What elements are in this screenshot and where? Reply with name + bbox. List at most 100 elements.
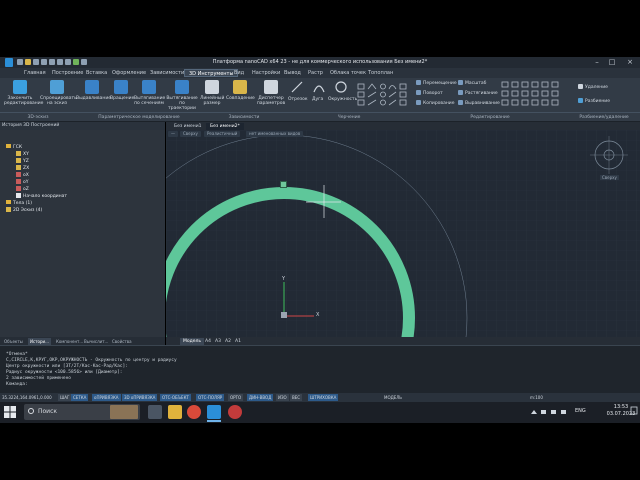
- extrude-button[interactable]: Выдавливание: [76, 80, 111, 101]
- model-space-label[interactable]: МОДЕЛЬ: [384, 394, 402, 401]
- view-cube-label[interactable]: Сверху: [600, 175, 619, 180]
- doc-tab-1[interactable]: Без имени1: [170, 123, 206, 130]
- draw-tools-grid[interactable]: [356, 82, 408, 108]
- layout-tab-a1[interactable]: A1: [232, 338, 244, 345]
- status-toggle[interactable]: СЕТКА: [71, 394, 89, 401]
- tree-item[interactable]: YZ: [16, 158, 29, 165]
- redo-icon[interactable]: [57, 59, 63, 65]
- doc-tab-2[interactable]: Без имени2*: [206, 123, 244, 130]
- status-toggle[interactable]: ОТС-ПОЛЯР: [196, 394, 225, 401]
- maximize-icon[interactable]: □: [607, 58, 617, 67]
- viewport-menu[interactable]: —: [168, 131, 178, 137]
- scale-readout[interactable]: m:100: [530, 394, 543, 401]
- tab-0[interactable]: Главная: [20, 69, 50, 77]
- circle-label[interactable]: Окружность: [328, 96, 357, 103]
- tree-item[interactable]: oY: [16, 179, 29, 186]
- status-toggle[interactable]: ВЕС: [290, 394, 303, 401]
- grip-handle[interactable]: [280, 181, 287, 188]
- search-placeholder: Поиск: [38, 408, 58, 415]
- view-crumb-2[interactable]: Реалистичный: [204, 131, 241, 137]
- finish-edit-button[interactable]: Закончить редактирование: [4, 80, 43, 106]
- line-label[interactable]: Отрезок: [288, 96, 308, 103]
- tab-7[interactable]: Настройки: [248, 69, 284, 77]
- revolve-icon: [114, 80, 128, 94]
- rotate-tool[interactable]: Поворот: [416, 90, 443, 97]
- start-windows-icon[interactable]: [3, 405, 17, 419]
- dropdown-icon[interactable]: [81, 59, 87, 65]
- tree-item[interactable]: 2D Эскиз (4): [6, 207, 42, 214]
- status-toggle[interactable]: ШАГ: [58, 394, 72, 401]
- tab-11[interactable]: Топоплан: [364, 69, 397, 77]
- tab-2[interactable]: Вставка: [82, 69, 111, 77]
- align-tool[interactable]: Выравнивание: [458, 100, 500, 107]
- command-prompt[interactable]: Команда:: [6, 382, 28, 388]
- panel-tab-0[interactable]: Объекты: [2, 338, 25, 345]
- new-file-icon[interactable]: [17, 59, 23, 65]
- panel-tab-3[interactable]: Вычислит...: [82, 338, 110, 345]
- panel-tab-2[interactable]: Компонент...: [54, 338, 85, 345]
- tab-4[interactable]: Зависимости: [146, 69, 188, 77]
- tree-item[interactable]: XY: [16, 151, 29, 158]
- move-tool[interactable]: Перемещение: [416, 80, 457, 87]
- tab-6[interactable]: Вид: [230, 69, 248, 77]
- circle-icon[interactable]: [334, 80, 348, 94]
- file-explorer-icon[interactable]: [168, 405, 182, 419]
- close-icon[interactable]: ×: [625, 58, 635, 67]
- panel-tab-4[interactable]: Свойства: [110, 338, 134, 345]
- loft-icon: [142, 80, 156, 94]
- minimize-icon[interactable]: –: [592, 58, 602, 67]
- modify-tools-grid[interactable]: [500, 80, 562, 108]
- stretch-tool[interactable]: Растягивание: [458, 90, 498, 97]
- view-crumb-3[interactable]: нет именованных видов: [246, 131, 304, 137]
- status-toggle[interactable]: ОРТО: [228, 394, 244, 401]
- sweep-button[interactable]: Вытягивание по траектории: [166, 80, 198, 111]
- tab-9[interactable]: Растр: [304, 69, 327, 77]
- status-toggle[interactable]: оПРИВЯЗКА: [92, 394, 121, 401]
- recorder-icon[interactable]: [228, 405, 242, 419]
- linear-dim-button[interactable]: Линейный размер: [200, 80, 224, 106]
- layout-tab-model[interactable]: Модель: [180, 338, 205, 345]
- tab-3[interactable]: Оформление: [108, 69, 150, 77]
- chrome-icon[interactable]: [187, 405, 201, 419]
- loft-button[interactable]: Вытягивание по сечениям: [134, 80, 165, 106]
- save-icon[interactable]: [33, 59, 39, 65]
- tree-item[interactable]: oX: [16, 172, 29, 179]
- language-indicator[interactable]: ENG: [575, 408, 586, 414]
- status-toggle[interactable]: ИЗО: [276, 394, 289, 401]
- scale-tool[interactable]: Масштаб: [458, 80, 486, 87]
- copy-tool[interactable]: Копирование: [416, 100, 454, 107]
- coincident-button[interactable]: Совпадение: [226, 80, 255, 101]
- status-toggle[interactable]: ОТС-ОБЪЕКТ: [160, 394, 191, 401]
- tab-8[interactable]: Вывод: [280, 69, 305, 77]
- view-crumb-1[interactable]: Сверху: [180, 131, 201, 137]
- undo-icon[interactable]: [49, 59, 55, 65]
- project-sketch-button[interactable]: Спроецировать на эскиз: [40, 80, 77, 106]
- delete-tool[interactable]: Удаление: [578, 84, 608, 91]
- open-folder-icon[interactable]: [25, 59, 31, 65]
- split-tool[interactable]: Разбиение: [578, 98, 610, 105]
- param-manager-button[interactable]: Диспетчер параметров: [256, 80, 286, 106]
- revolve-button[interactable]: Вращение: [110, 80, 134, 101]
- tree-item[interactable]: Тела (1): [6, 200, 32, 207]
- settings-icon[interactable]: [65, 59, 71, 65]
- notifications-icon[interactable]: [630, 405, 638, 417]
- tree-item[interactable]: ГСК: [6, 144, 22, 151]
- calculator-icon[interactable]: [73, 59, 79, 65]
- tree-item[interactable]: ZX: [16, 165, 29, 172]
- print-icon[interactable]: [41, 59, 47, 65]
- tree-item[interactable]: Начало координат: [16, 193, 67, 200]
- app-logo-icon[interactable]: [5, 58, 13, 67]
- drawing-viewport[interactable]: Y X Сверху: [166, 130, 640, 337]
- nanocad-taskbar-icon[interactable]: [207, 405, 221, 419]
- system-tray-icons[interactable]: [530, 409, 570, 415]
- task-view-icon[interactable]: [148, 405, 162, 419]
- tree-item[interactable]: oZ: [16, 186, 29, 193]
- arc-icon[interactable]: [312, 80, 326, 94]
- status-toggle[interactable]: ДИН-ВВОД: [247, 394, 274, 401]
- arc-label[interactable]: Дуга: [312, 96, 323, 103]
- search-highlight-image: [110, 405, 138, 419]
- status-toggle[interactable]: ШТРИХОВКА: [308, 394, 339, 401]
- panel-tab-1[interactable]: Истори...: [28, 338, 51, 345]
- status-toggle[interactable]: 3D оПРИВЯЗКА: [122, 394, 158, 401]
- line-icon[interactable]: [290, 80, 304, 94]
